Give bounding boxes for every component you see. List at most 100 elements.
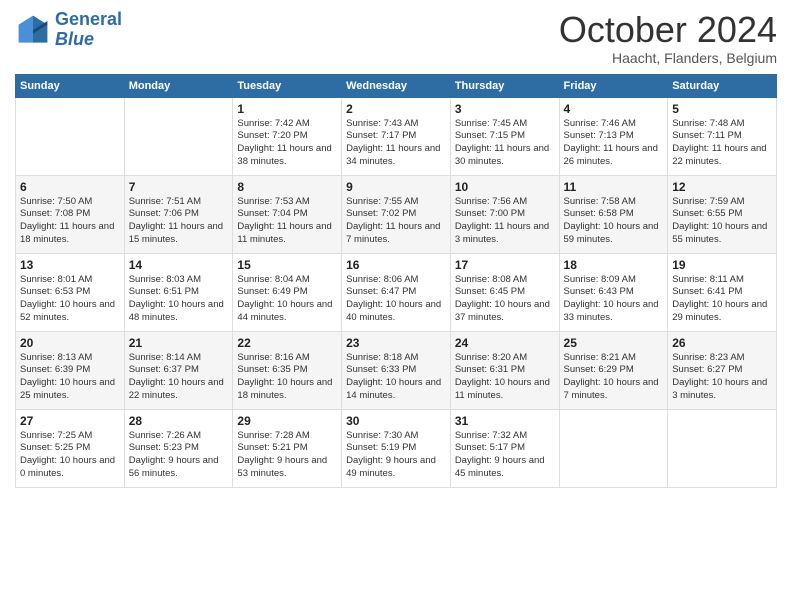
day-info: Sunrise: 7:25 AM Sunset: 5:25 PM Dayligh… (20, 430, 120, 481)
day-number: 29 (237, 414, 337, 428)
day-number: 26 (672, 336, 772, 350)
day-cell: 14Sunrise: 8:03 AM Sunset: 6:51 PM Dayli… (124, 253, 233, 331)
day-info: Sunrise: 7:59 AM Sunset: 6:55 PM Dayligh… (672, 196, 772, 247)
week-row-4: 27Sunrise: 7:25 AM Sunset: 5:25 PM Dayli… (16, 409, 777, 487)
day-cell: 3Sunrise: 7:45 AM Sunset: 7:15 PM Daylig… (450, 97, 559, 175)
day-info: Sunrise: 7:56 AM Sunset: 7:00 PM Dayligh… (455, 196, 555, 247)
col-tuesday: Tuesday (233, 74, 342, 97)
day-cell (124, 97, 233, 175)
day-cell: 23 Sunrise: 8:18 AM Sunset: 6:33 PM Dayli… (342, 331, 451, 409)
day-number: 10 (455, 180, 555, 194)
day-cell: 30 Sunrise: 7:30 AM Sunset: 5:19 PM Dayli… (342, 409, 451, 487)
day-info: Sunrise: 7:28 AM Sunset: 5:21 PM Dayligh… (237, 430, 337, 481)
day-info: Sunrise: 8:11 AM Sunset: 6:41 PM Dayligh… (672, 274, 772, 325)
day-number: 24 (455, 336, 555, 350)
header: General Blue October 2024 Haacht, Flande… (15, 10, 777, 66)
day-number: 7 (129, 180, 229, 194)
calendar-table: Sunday Monday Tuesday Wednesday Thursday… (15, 74, 777, 488)
day-number: 25 (564, 336, 664, 350)
day-info: Sunrise: 8:09 AM Sunset: 6:43 PM Dayligh… (564, 274, 664, 325)
day-info: Sunrise: 7:50 AM Sunset: 7:08 PM Dayligh… (20, 196, 120, 247)
day-info: Sunrise: 8:20 AM Sunset: 6:31 PM Dayligh… (455, 352, 555, 403)
col-monday: Monday (124, 74, 233, 97)
day-cell: 19 Sunrise: 8:11 AM Sunset: 6:41 PM Dayli… (668, 253, 777, 331)
day-info: Sunrise: 8:21 AM Sunset: 6:29 PM Dayligh… (564, 352, 664, 403)
day-number: 31 (455, 414, 555, 428)
day-cell: 8 Sunrise: 7:53 AM Sunset: 7:04 PM Daylig… (233, 175, 342, 253)
day-info: Sunrise: 7:58 AM Sunset: 6:58 PM Dayligh… (564, 196, 664, 247)
day-number: 13 (20, 258, 120, 272)
day-cell: 5 Sunrise: 7:48 AM Sunset: 7:11 PM Daylig… (668, 97, 777, 175)
day-info: Sunrise: 8:18 AM Sunset: 6:33 PM Dayligh… (346, 352, 446, 403)
day-cell: 18Sunrise: 8:09 AM Sunset: 6:43 PM Dayli… (559, 253, 668, 331)
day-number: 3 (455, 102, 555, 116)
day-number: 22 (237, 336, 337, 350)
day-number: 2 (346, 102, 446, 116)
day-number: 20 (20, 336, 120, 350)
day-info: Sunrise: 7:43 AM Sunset: 7:17 PM Dayligh… (346, 118, 446, 169)
day-cell: 28 Sunrise: 7:26 AM Sunset: 5:23 PM Dayli… (124, 409, 233, 487)
day-cell: 12Sunrise: 7:59 AM Sunset: 6:55 PM Dayli… (668, 175, 777, 253)
day-cell (16, 97, 125, 175)
day-info: Sunrise: 7:51 AM Sunset: 7:06 PM Dayligh… (129, 196, 229, 247)
week-row-3: 20 Sunrise: 8:13 AM Sunset: 6:39 PM Dayli… (16, 331, 777, 409)
day-number: 8 (237, 180, 337, 194)
day-number: 21 (129, 336, 229, 350)
day-number: 1 (237, 102, 337, 116)
day-number: 14 (129, 258, 229, 272)
day-info: Sunrise: 7:30 AM Sunset: 5:19 PM Dayligh… (346, 430, 446, 481)
day-number: 19 (672, 258, 772, 272)
week-row-0: 1Sunrise: 7:42 AM Sunset: 7:20 PM Daylig… (16, 97, 777, 175)
day-cell: 4 Sunrise: 7:46 AM Sunset: 7:13 PM Daylig… (559, 97, 668, 175)
day-info: Sunrise: 8:16 AM Sunset: 6:35 PM Dayligh… (237, 352, 337, 403)
logo-text: General Blue (55, 10, 122, 50)
week-row-2: 13 Sunrise: 8:01 AM Sunset: 6:53 PM Dayli… (16, 253, 777, 331)
day-info: Sunrise: 8:04 AM Sunset: 6:49 PM Dayligh… (237, 274, 337, 325)
day-cell: 11Sunrise: 7:58 AM Sunset: 6:58 PM Dayli… (559, 175, 668, 253)
day-cell: 31 Sunrise: 7:32 AM Sunset: 5:17 PM Dayli… (450, 409, 559, 487)
day-number: 23 (346, 336, 446, 350)
day-info: Sunrise: 7:53 AM Sunset: 7:04 PM Dayligh… (237, 196, 337, 247)
logo-icon (15, 12, 51, 48)
logo: General Blue (15, 10, 122, 50)
day-cell: 1Sunrise: 7:42 AM Sunset: 7:20 PM Daylig… (233, 97, 342, 175)
day-number: 30 (346, 414, 446, 428)
day-number: 16 (346, 258, 446, 272)
day-cell: 16 Sunrise: 8:06 AM Sunset: 6:47 PM Dayli… (342, 253, 451, 331)
location: Haacht, Flanders, Belgium (559, 50, 777, 66)
calendar-body: 1Sunrise: 7:42 AM Sunset: 7:20 PM Daylig… (16, 97, 777, 487)
day-number: 6 (20, 180, 120, 194)
day-cell: 29 Sunrise: 7:28 AM Sunset: 5:21 PM Dayli… (233, 409, 342, 487)
day-info: Sunrise: 8:06 AM Sunset: 6:47 PM Dayligh… (346, 274, 446, 325)
day-cell: 21 Sunrise: 8:14 AM Sunset: 6:37 PM Dayli… (124, 331, 233, 409)
col-friday: Friday (559, 74, 668, 97)
day-number: 9 (346, 180, 446, 194)
day-cell: 22 Sunrise: 8:16 AM Sunset: 6:35 PM Dayli… (233, 331, 342, 409)
day-number: 15 (237, 258, 337, 272)
day-cell: 13 Sunrise: 8:01 AM Sunset: 6:53 PM Dayli… (16, 253, 125, 331)
day-info: Sunrise: 8:23 AM Sunset: 6:27 PM Dayligh… (672, 352, 772, 403)
day-info: Sunrise: 8:01 AM Sunset: 6:53 PM Dayligh… (20, 274, 120, 325)
day-cell (668, 409, 777, 487)
day-cell (559, 409, 668, 487)
day-number: 28 (129, 414, 229, 428)
week-row-1: 6 Sunrise: 7:50 AM Sunset: 7:08 PM Daylig… (16, 175, 777, 253)
day-info: Sunrise: 7:55 AM Sunset: 7:02 PM Dayligh… (346, 196, 446, 247)
day-cell: 20 Sunrise: 8:13 AM Sunset: 6:39 PM Dayli… (16, 331, 125, 409)
day-info: Sunrise: 8:14 AM Sunset: 6:37 PM Dayligh… (129, 352, 229, 403)
day-number: 5 (672, 102, 772, 116)
day-cell: 15 Sunrise: 8:04 AM Sunset: 6:49 PM Dayli… (233, 253, 342, 331)
day-info: Sunrise: 7:46 AM Sunset: 7:13 PM Dayligh… (564, 118, 664, 169)
day-cell: 9 Sunrise: 7:55 AM Sunset: 7:02 PM Daylig… (342, 175, 451, 253)
day-info: Sunrise: 8:13 AM Sunset: 6:39 PM Dayligh… (20, 352, 120, 403)
day-info: Sunrise: 7:32 AM Sunset: 5:17 PM Dayligh… (455, 430, 555, 481)
day-cell: 10 Sunrise: 7:56 AM Sunset: 7:00 PM Dayli… (450, 175, 559, 253)
day-cell: 6 Sunrise: 7:50 AM Sunset: 7:08 PM Daylig… (16, 175, 125, 253)
day-cell: 25 Sunrise: 8:21 AM Sunset: 6:29 PM Dayli… (559, 331, 668, 409)
day-info: Sunrise: 7:48 AM Sunset: 7:11 PM Dayligh… (672, 118, 772, 169)
day-info: Sunrise: 8:08 AM Sunset: 6:45 PM Dayligh… (455, 274, 555, 325)
day-number: 4 (564, 102, 664, 116)
col-sunday: Sunday (16, 74, 125, 97)
day-cell: 2 Sunrise: 7:43 AM Sunset: 7:17 PM Daylig… (342, 97, 451, 175)
day-info: Sunrise: 7:26 AM Sunset: 5:23 PM Dayligh… (129, 430, 229, 481)
